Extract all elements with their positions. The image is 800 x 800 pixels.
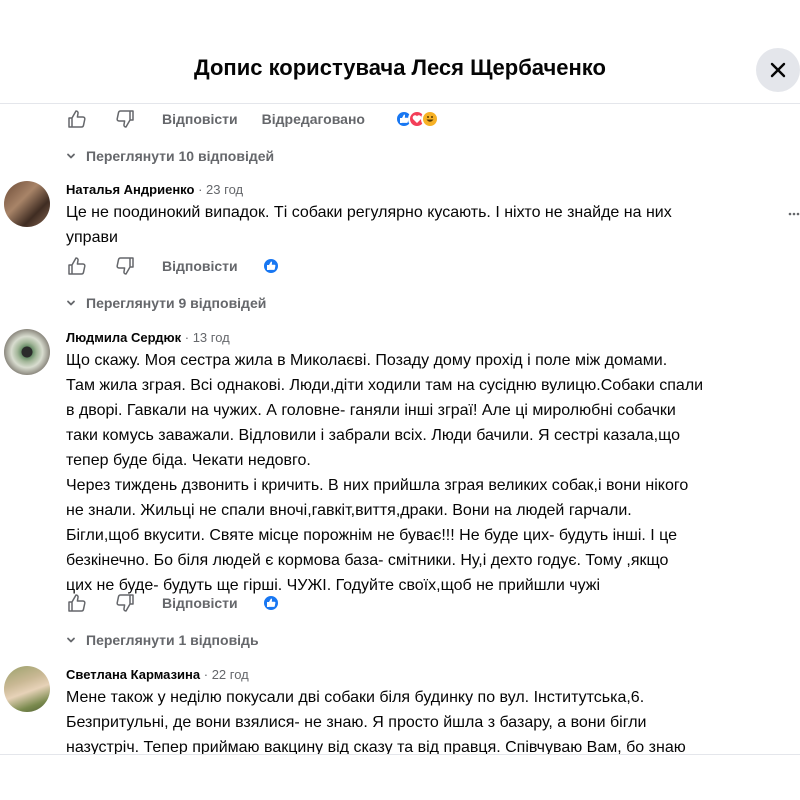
thumbs-down-icon bbox=[116, 110, 134, 128]
like-button[interactable] bbox=[66, 108, 88, 130]
separator: · bbox=[184, 330, 190, 345]
comment-actions: Відповісти Відредаговано bbox=[66, 107, 439, 131]
view-replies-button[interactable]: Переглянути 9 відповідей bbox=[66, 293, 266, 313]
comment-time[interactable]: 23 год bbox=[206, 182, 243, 197]
avatar[interactable] bbox=[4, 329, 50, 375]
dislike-button[interactable] bbox=[114, 592, 136, 614]
comment-text: Що скажу. Моя сестра жила в Миколаєві. П… bbox=[66, 352, 704, 594]
dialog-title: Допис користувача Леся Щербаченко bbox=[194, 55, 606, 80]
like-reaction-icon bbox=[261, 594, 280, 612]
comment-author[interactable]: Светлана Кармазина bbox=[66, 667, 200, 682]
comment-header: Наталья Андриенко · 23 год bbox=[66, 181, 243, 199]
edited-label: Відредаговано bbox=[261, 111, 365, 127]
comment-time[interactable]: 22 год bbox=[212, 667, 249, 682]
view-replies-label: Переглянути 9 відповідей bbox=[86, 295, 267, 311]
more-icon bbox=[788, 212, 800, 216]
comment-text: Мене також у неділю покусали дві собаки … bbox=[66, 689, 686, 755]
view-replies-button[interactable]: Переглянути 1 відповідь bbox=[66, 630, 259, 650]
avatar[interactable] bbox=[4, 666, 50, 712]
avatar[interactable] bbox=[4, 181, 50, 227]
comment-header: Светлана Кармазина · 22 год bbox=[66, 666, 249, 684]
thumbs-down-icon bbox=[116, 594, 134, 612]
more-options-button[interactable] bbox=[788, 204, 800, 224]
comment-author[interactable]: Наталья Андриенко bbox=[66, 182, 194, 197]
comment-time[interactable]: 13 год bbox=[193, 330, 230, 345]
reactions-summary[interactable] bbox=[261, 257, 280, 275]
haha-reaction-icon bbox=[420, 110, 439, 128]
view-replies-label: Переглянути 10 відповідей bbox=[86, 148, 275, 164]
reply-button[interactable]: Відповісти bbox=[162, 595, 238, 611]
dislike-button[interactable] bbox=[114, 108, 136, 130]
close-button[interactable] bbox=[756, 48, 800, 92]
reply-button[interactable]: Відповісти bbox=[162, 111, 238, 127]
thumbs-up-icon bbox=[68, 110, 86, 128]
thumbs-up-icon bbox=[68, 257, 86, 275]
comment-actions: Відповісти bbox=[66, 254, 280, 278]
comments-list[interactable]: Відповісти Відредаговано Переглянути 10 … bbox=[0, 105, 800, 755]
view-replies-button[interactable]: Переглянути 10 відповідей bbox=[66, 146, 274, 166]
chevron-down-icon bbox=[66, 151, 76, 161]
like-button[interactable] bbox=[66, 592, 88, 614]
close-icon bbox=[770, 62, 786, 78]
dislike-button[interactable] bbox=[114, 255, 136, 277]
dialog-footer bbox=[0, 754, 800, 800]
reply-button[interactable]: Відповісти bbox=[162, 258, 238, 274]
like-button[interactable] bbox=[66, 255, 88, 277]
reactions-summary[interactable] bbox=[261, 594, 280, 612]
comment-actions: Відповісти bbox=[66, 591, 280, 615]
thumbs-up-icon bbox=[68, 594, 86, 612]
separator: · bbox=[203, 667, 209, 682]
chevron-down-icon bbox=[66, 298, 76, 308]
like-reaction-icon bbox=[261, 257, 280, 275]
chevron-down-icon bbox=[66, 635, 76, 645]
comment-text: Це не поодинокий випадок. Ті собаки регу… bbox=[66, 204, 672, 246]
comment-header: Людмила Сердюк · 13 год bbox=[66, 329, 230, 347]
reactions-summary[interactable] bbox=[394, 110, 439, 128]
comment-author[interactable]: Людмила Сердюк bbox=[66, 330, 181, 345]
separator: · bbox=[198, 182, 203, 197]
view-replies-label: Переглянути 1 відповідь bbox=[86, 632, 259, 648]
dialog-header: Допис користувача Леся Щербаченко bbox=[0, 0, 800, 104]
thumbs-down-icon bbox=[116, 257, 134, 275]
